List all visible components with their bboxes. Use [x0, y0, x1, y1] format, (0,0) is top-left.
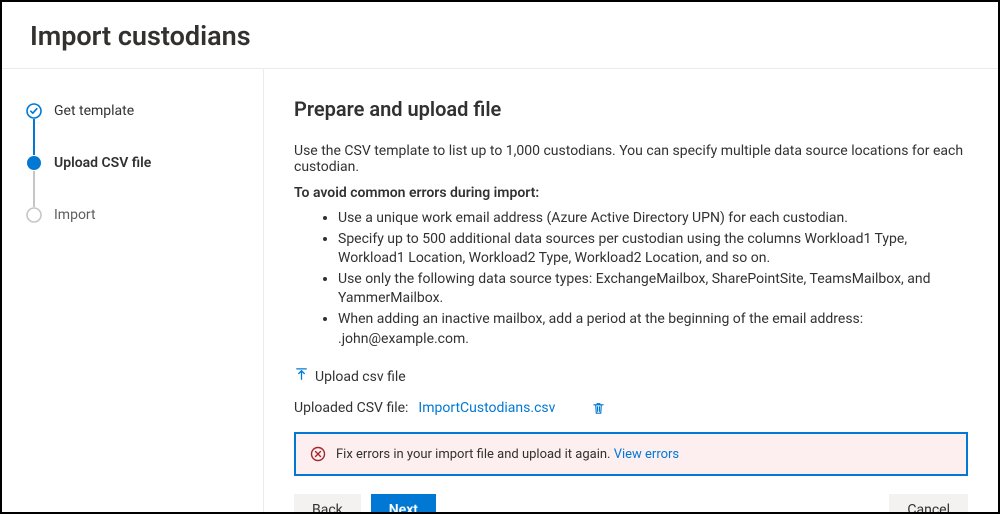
upload-icon	[294, 367, 309, 386]
cancel-button[interactable]: Cancel	[889, 494, 968, 512]
section-description: Use the CSV template to list up to 1,000…	[294, 143, 968, 175]
list-item: When adding an inactive mailbox, add a p…	[338, 310, 968, 349]
section-heading: Prepare and upload file	[294, 97, 968, 121]
step-import[interactable]: Import	[26, 207, 239, 223]
page-title: Import custodians	[30, 20, 970, 52]
step-get-template[interactable]: Get template	[26, 103, 239, 119]
body: Get template Upload CSV file Import Prep…	[2, 69, 998, 512]
list-item: Specify up to 500 additional data source…	[338, 230, 968, 269]
error-message-text: Fix errors in your import file and uploa…	[336, 447, 610, 462]
uploaded-file-link[interactable]: ImportCustodians.csv	[418, 400, 555, 416]
step-connector	[33, 119, 35, 155]
wizard-stepper: Get template Upload CSV file Import	[2, 69, 264, 512]
footer-actions: Back Next Cancel	[294, 476, 968, 512]
main-pane: Prepare and upload file Use the CSV temp…	[264, 69, 998, 512]
upload-csv-button[interactable]: Upload csv file	[294, 367, 968, 386]
main-content: Prepare and upload file Use the CSV temp…	[294, 97, 968, 476]
section-subheading: To avoid common errors during import:	[294, 185, 968, 201]
current-step-icon	[26, 155, 42, 171]
dialog-import-custodians: Import custodians Get template Upload CS…	[0, 0, 1000, 514]
back-button[interactable]: Back	[294, 494, 361, 512]
delete-file-button[interactable]	[591, 401, 606, 416]
step-label: Get template	[54, 103, 134, 119]
error-circle-icon	[310, 446, 326, 462]
header: Import custodians	[2, 2, 998, 69]
check-circle-icon	[26, 103, 42, 119]
uploaded-file-label: Uploaded CSV file:	[294, 400, 408, 416]
step-connector	[33, 171, 35, 207]
view-errors-link[interactable]: View errors	[614, 447, 679, 462]
pending-step-icon	[26, 207, 42, 223]
guidance-list: Use a unique work email address (Azure A…	[294, 209, 968, 349]
list-item: Use a unique work email address (Azure A…	[338, 209, 968, 229]
list-item: Use only the following data source types…	[338, 270, 968, 309]
next-button[interactable]: Next	[371, 494, 436, 512]
upload-label: Upload csv file	[315, 369, 406, 385]
step-upload-csv[interactable]: Upload CSV file	[26, 155, 239, 171]
error-banner: Fix errors in your import file and uploa…	[294, 432, 968, 476]
step-label: Upload CSV file	[54, 155, 151, 171]
step-label: Import	[54, 207, 96, 223]
uploaded-file-row: Uploaded CSV file: ImportCustodians.csv	[294, 400, 968, 416]
error-text: Fix errors in your import file and uploa…	[336, 447, 679, 462]
